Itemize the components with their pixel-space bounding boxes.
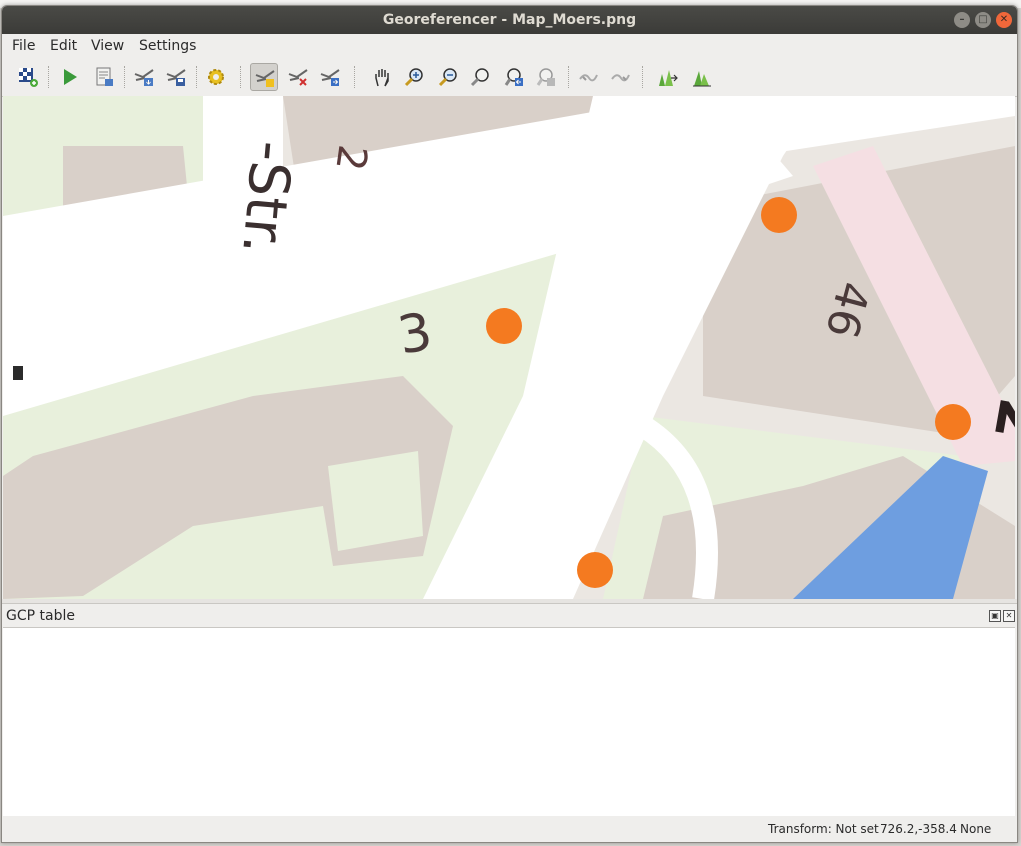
gcp-point[interactable] xyxy=(486,308,522,344)
move-gcp-point-icon[interactable] xyxy=(316,63,344,91)
transform-status: Transform: Not set xyxy=(768,822,879,836)
menu-settings[interactable]: Settings xyxy=(139,38,196,54)
start-georeferencing-icon[interactable] xyxy=(56,63,84,91)
coordinate-readout: 726.2,-358.4 xyxy=(880,822,957,836)
toolbar-separator xyxy=(196,66,197,88)
save-gcp-points-icon[interactable] xyxy=(162,63,190,91)
gcp-panel-title: GCP table xyxy=(6,608,75,624)
street-label: -Str. xyxy=(229,138,304,257)
toolbar-separator xyxy=(642,66,643,88)
menu-bar: File Edit View Settings xyxy=(2,34,1017,58)
zoom-in-icon[interactable] xyxy=(400,63,428,91)
gcp-point[interactable] xyxy=(935,404,971,440)
add-point-icon[interactable] xyxy=(250,63,278,91)
generate-gdal-script-icon[interactable] xyxy=(90,63,118,91)
minimize-button[interactable]: – xyxy=(954,12,970,28)
gcp-table[interactable] xyxy=(3,627,1015,818)
toolbar-separator xyxy=(48,66,49,88)
close-panel-button[interactable]: ✕ xyxy=(1003,610,1015,622)
local-histogram-stretch-icon[interactable] xyxy=(688,63,716,91)
toolbar xyxy=(2,58,1017,97)
load-gcp-points-icon[interactable] xyxy=(130,63,158,91)
full-histogram-stretch-icon[interactable] xyxy=(654,63,682,91)
pan-icon[interactable] xyxy=(368,63,396,91)
georeferencer-window: Georeferencer - Map_Moers.png – □ ✕ File… xyxy=(1,5,1018,843)
zoom-next-icon[interactable] xyxy=(532,63,560,91)
toolbar-separator xyxy=(354,66,355,88)
gcp-point[interactable] xyxy=(577,552,613,588)
zoom-last-icon[interactable] xyxy=(500,63,528,91)
window-title: Georeferencer - Map_Moers.png xyxy=(382,12,637,28)
gcp-point[interactable] xyxy=(761,197,797,233)
close-button[interactable]: ✕ xyxy=(996,12,1012,28)
menu-file[interactable]: File xyxy=(12,38,35,54)
status-bar: Transform: Not set 726.2,-358.4 None xyxy=(2,816,1017,842)
menu-edit[interactable]: Edit xyxy=(50,38,77,54)
link-qgis-to-georeferencer-icon[interactable] xyxy=(606,63,634,91)
menu-view[interactable]: View xyxy=(91,38,124,54)
float-panel-button[interactable]: ▣ xyxy=(989,610,1001,622)
gcp-panel-header: GCP table ▣ ✕ xyxy=(2,603,1017,628)
zoom-out-icon[interactable] xyxy=(434,63,462,91)
open-raster-icon[interactable] xyxy=(14,63,42,91)
link-georeferencer-to-qgis-icon[interactable] xyxy=(574,63,602,91)
crs-status: None xyxy=(960,822,992,836)
transformation-settings-icon[interactable] xyxy=(202,63,230,91)
green-courtyard xyxy=(328,451,423,551)
map-canvas[interactable]: -Str. 2 3 46 2 xyxy=(3,96,1015,599)
toolbar-separator xyxy=(124,66,125,88)
map-marker xyxy=(13,366,23,380)
zoom-to-layer-icon[interactable] xyxy=(466,63,494,91)
toolbar-separator xyxy=(240,66,241,88)
title-bar[interactable]: Georeferencer - Map_Moers.png – □ ✕ xyxy=(2,6,1017,34)
toolbar-separator xyxy=(568,66,569,88)
maximize-button[interactable]: □ xyxy=(975,12,991,28)
delete-point-icon[interactable] xyxy=(284,63,312,91)
